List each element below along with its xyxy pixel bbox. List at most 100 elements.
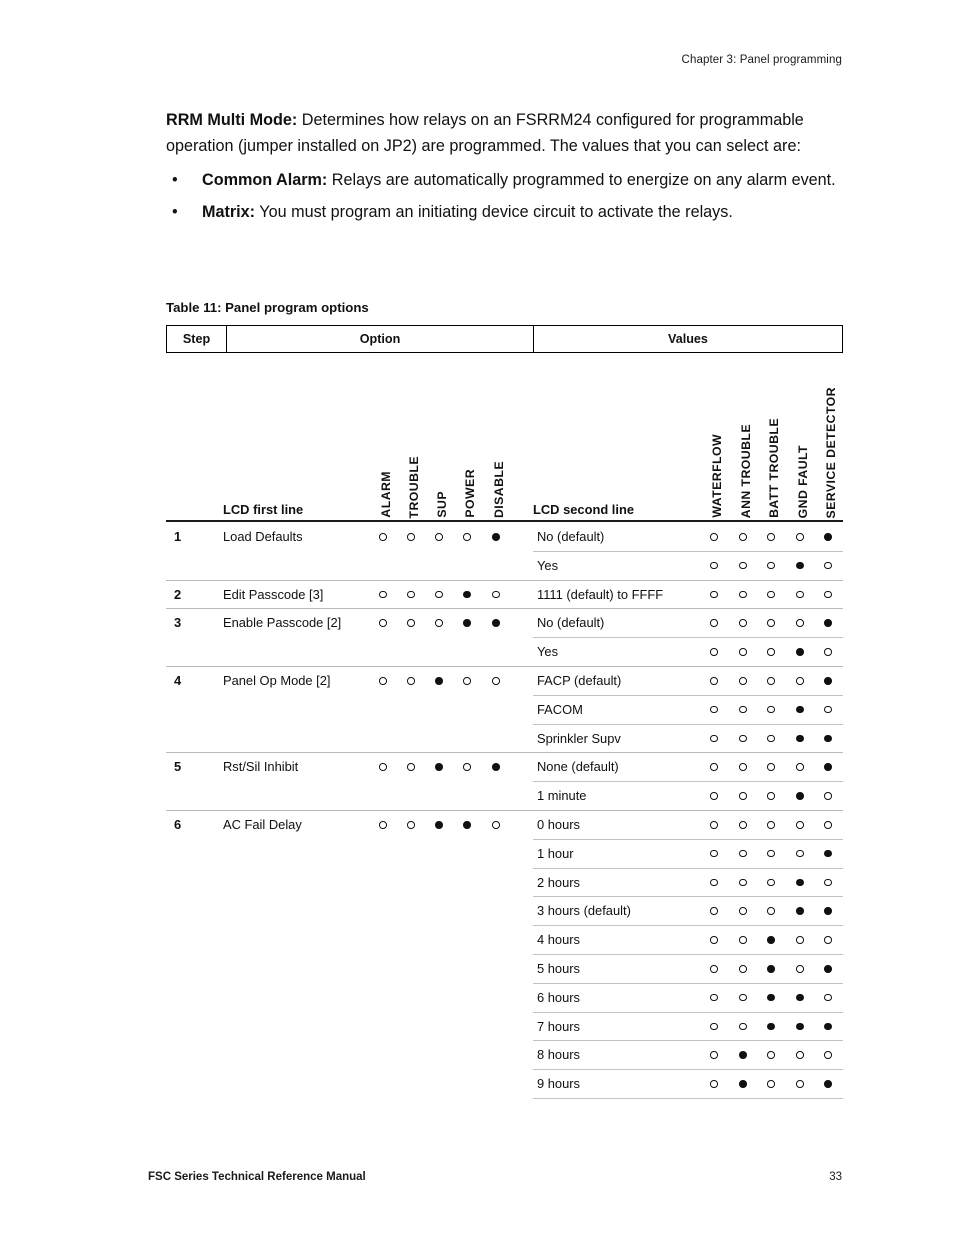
value-led-open-icon [710,964,718,973]
option-led-filled-icon [435,676,443,685]
value-row-separator [533,1040,843,1042]
value-led-open-icon [739,533,747,541]
value-led-open-icon [824,792,832,800]
rotated-header-waterflow: WATERFLOW [710,434,724,518]
value-led-filled-icon [824,619,832,627]
value-label: 1111 (default) to FFFF [537,586,664,602]
option-led-open-icon [379,619,387,627]
value-led-open-icon [739,648,747,656]
rotated-header-sup: SUP [435,491,449,518]
value-led-filled-icon [796,792,804,800]
option-label: Rst/Sil Inhibit [223,759,299,775]
value-led-open-icon [824,878,832,887]
value-led-filled-icon [767,936,775,944]
value-led-filled-icon [824,533,832,541]
table-header-bar: Step Option Values [166,325,843,353]
value-led-open-icon [710,533,718,541]
value-led-open-icon [796,820,804,829]
value-led-filled-icon [824,1080,832,1088]
table-row: Sprinkler Supv [166,723,843,753]
step-number: 4 [174,672,182,688]
value-led-open-icon [767,734,775,743]
value-led-open-icon [824,705,832,714]
running-head: Chapter 3: Panel programming [681,54,842,66]
value-led-open-icon [710,676,718,685]
value-row-separator [533,1011,843,1013]
option-led-open-icon [463,676,471,685]
option-label: Edit Passcode [3] [223,586,324,602]
option-led-open-icon [407,533,415,541]
value-led-filled-icon [796,907,804,915]
value-led-open-icon [739,907,747,915]
option-led-filled-icon [435,763,443,771]
option-led-open-icon [407,763,415,771]
table-row: 4 Panel Op Mode [2] FACP (default) [166,665,843,695]
intro-paragraph: RRM Multi Mode: Determines how relays on… [166,108,846,159]
value-row-separator [533,550,843,552]
value-label: 6 hours [537,989,580,1005]
value-led-open-icon [739,676,747,685]
column-header-values: Values [668,332,708,346]
value-led-filled-icon [767,1022,775,1031]
value-led-open-icon [796,964,804,973]
row-group-separator [166,665,843,667]
value-label: 4 hours [537,932,580,948]
rotated-header-power: POWER [463,469,477,518]
rotated-header-ann-trouble: ANN TROUBLE [739,423,753,518]
value-led-open-icon [796,619,804,627]
list-item: • Common Alarm: Relays are automatically … [166,168,846,194]
row-group-separator [166,809,843,811]
value-led-open-icon [710,1022,718,1031]
step-number: 2 [174,586,182,602]
bullet-marker-icon: • [172,202,178,221]
value-label: Yes [537,644,559,660]
option-led-filled-icon [463,619,471,627]
value-label: Yes [537,557,559,573]
value-row-separator [533,896,843,898]
value-led-open-icon [824,561,832,570]
table-row: 2 hours [166,867,843,897]
value-label: None (default) [537,759,619,775]
bullet-marker-icon: • [172,171,178,189]
table-row: 7 hours [166,1011,843,1041]
value-led-open-icon [796,849,804,858]
table-row: 5 hours [166,953,843,983]
value-row-separator [533,723,843,725]
value-label: FACOM [537,701,583,717]
value-row-separator [533,1069,843,1071]
value-label: 1 hour [537,845,574,861]
value-led-open-icon [710,820,718,829]
value-label: 9 hours [537,1076,580,1092]
value-label: 8 hours [537,1047,580,1063]
option-led-open-icon [379,763,387,771]
option-led-open-icon [492,820,500,829]
option-led-filled-icon [463,590,471,599]
value-row-separator [533,637,843,639]
option-led-open-icon [435,533,443,541]
option-label: Enable Passcode [2] [223,615,342,631]
value-led-open-icon [710,705,718,714]
value-led-open-icon [767,763,775,771]
table-row: 5 Rst/Sil Inhibit None (default) [166,752,843,781]
value-led-open-icon [824,590,832,599]
value-led-open-icon [767,907,775,915]
value-row-separator [533,838,843,840]
table-row-group: 4 Panel Op Mode [2] FACP (default) FACOM Spr… [166,665,843,753]
value-led-open-icon [824,936,832,944]
option-led-open-icon [435,590,443,599]
option-led-open-icon [492,590,500,599]
value-led-open-icon [739,792,747,800]
value-led-open-icon [767,705,775,714]
table-row: 1 Load Defaults No (default) [166,522,843,551]
option-led-filled-icon [492,619,500,627]
rotated-header-zone: LCD first line LCD second line ALARM TRO… [166,353,843,520]
bullet-text: You must program an initiating device ci… [255,202,733,221]
value-row-separator [533,925,843,927]
option-label: Load Defaults [223,529,303,544]
value-row-separator [533,867,843,869]
value-row-separator [533,982,843,984]
value-led-open-icon [796,533,804,541]
option-led-filled-icon [463,820,471,829]
table-row-group: 3 Enable Passcode [2] No (default) Yes [166,608,843,666]
value-led-open-icon [739,936,747,944]
